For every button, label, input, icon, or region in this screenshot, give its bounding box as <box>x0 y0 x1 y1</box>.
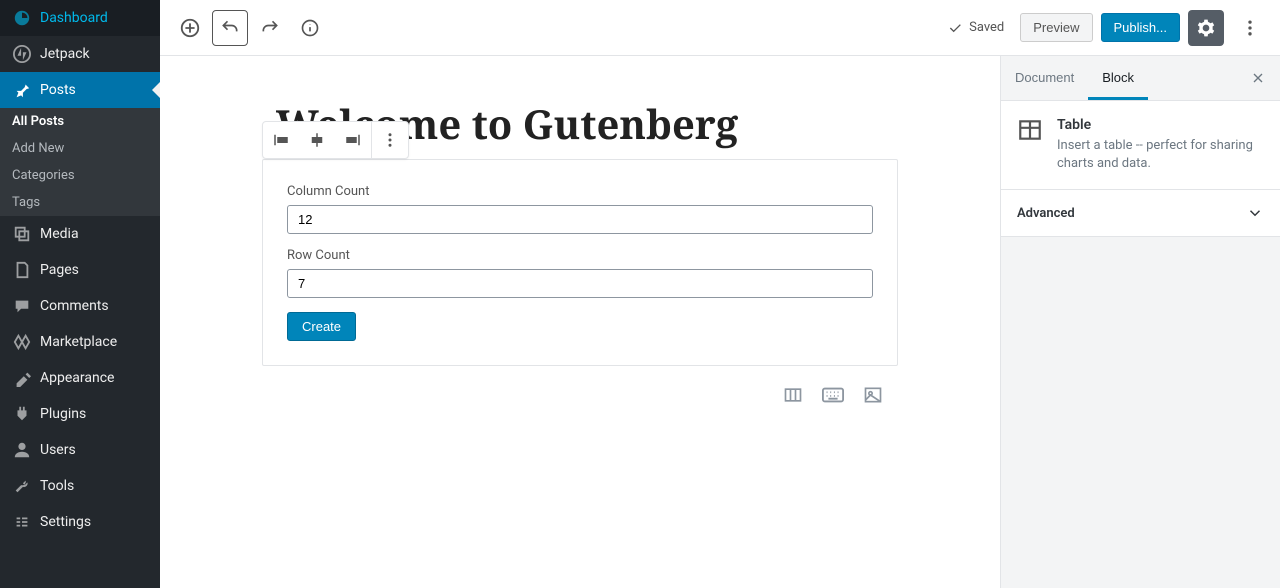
settings-toggle-button[interactable] <box>1188 10 1224 46</box>
block-appender <box>262 384 898 406</box>
sidebar-item-media[interactable]: Media <box>0 216 160 252</box>
block-more-button[interactable] <box>372 122 408 158</box>
tab-block[interactable]: Block <box>1088 56 1148 100</box>
marketplace-icon <box>12 332 32 352</box>
info-button[interactable] <box>292 10 328 46</box>
submenu-categories[interactable]: Categories <box>0 162 160 189</box>
settings-icon <box>12 512 32 532</box>
undo-button[interactable] <box>212 10 248 46</box>
table-block-placeholder: Column Count Row Count Create <box>262 159 898 366</box>
redo-button[interactable] <box>252 10 288 46</box>
more-menu-button[interactable] <box>1232 10 1268 46</box>
submenu-all-posts[interactable]: All Posts <box>0 108 160 135</box>
sidebar-item-jetpack[interactable]: Jetpack <box>0 36 160 72</box>
pages-icon <box>12 260 32 280</box>
chevron-down-icon <box>1246 204 1264 222</box>
users-icon <box>12 440 32 460</box>
align-right-button[interactable] <box>335 122 371 158</box>
submenu-tags[interactable]: Tags <box>0 189 160 216</box>
close-icon <box>1250 70 1266 86</box>
editor-canvas[interactable]: Welcome to Gutenberg <box>160 56 1000 588</box>
appearance-icon <box>12 368 32 388</box>
align-center-button[interactable] <box>299 122 335 158</box>
media-icon <box>12 224 32 244</box>
sidebar-item-settings[interactable]: Settings <box>0 504 160 540</box>
sidebar-item-label: Users <box>40 442 76 458</box>
posts-submenu: All Posts Add New Categories Tags <box>0 108 160 216</box>
block-card-description: Insert a table -- perfect for sharing ch… <box>1057 137 1264 173</box>
sidebar-item-label: Plugins <box>40 406 86 422</box>
add-block-button[interactable] <box>172 10 208 46</box>
sidebar-item-pages[interactable]: Pages <box>0 252 160 288</box>
check-icon <box>947 20 963 36</box>
block-card-title: Table <box>1057 117 1264 133</box>
tools-icon <box>12 476 32 496</box>
saved-status: Saved <box>947 20 1004 36</box>
sidebar-item-label: Posts <box>40 82 76 98</box>
sidebar-item-comments[interactable]: Comments <box>0 288 160 324</box>
create-table-button[interactable]: Create <box>287 312 356 341</box>
image-icon[interactable] <box>862 384 884 406</box>
admin-sidebar: Dashboard Jetpack Posts All Posts Add Ne… <box>0 0 160 588</box>
sidebar-item-label: Tools <box>40 478 74 494</box>
comments-icon <box>12 296 32 316</box>
sidebar-item-label: Pages <box>40 262 79 278</box>
sidebar-item-label: Appearance <box>40 370 114 386</box>
block-card: Table Insert a table -- perfect for shar… <box>1001 101 1280 190</box>
dashboard-icon <box>12 8 32 28</box>
preview-button[interactable]: Preview <box>1020 13 1092 42</box>
block-toolbar <box>262 121 409 159</box>
publish-button[interactable]: Publish... <box>1101 13 1180 42</box>
sidebar-item-label: Jetpack <box>40 46 90 62</box>
sidebar-item-appearance[interactable]: Appearance <box>0 360 160 396</box>
advanced-label: Advanced <box>1017 206 1075 221</box>
sidebar-item-label: Settings <box>40 514 91 530</box>
jetpack-icon <box>12 44 32 64</box>
sidebar-item-label: Media <box>40 226 79 242</box>
column-count-label: Column Count <box>287 184 873 199</box>
sidebar-item-label: Comments <box>40 298 109 314</box>
close-settings-button[interactable] <box>1240 60 1276 96</box>
pin-icon <box>12 80 32 100</box>
sidebar-item-plugins[interactable]: Plugins <box>0 396 160 432</box>
keyboard-icon[interactable] <box>822 384 844 406</box>
sidebar-item-label: Marketplace <box>40 334 117 350</box>
sidebar-item-marketplace[interactable]: Marketplace <box>0 324 160 360</box>
sidebar-item-label: Dashboard <box>40 10 108 26</box>
sidebar-item-tools[interactable]: Tools <box>0 468 160 504</box>
sidebar-item-users[interactable]: Users <box>0 432 160 468</box>
column-count-input[interactable] <box>287 205 873 234</box>
editor-topbar: Saved Preview Publish... <box>160 0 1280 56</box>
advanced-panel-toggle[interactable]: Advanced <box>1001 190 1280 237</box>
row-count-label: Row Count <box>287 248 873 263</box>
submenu-add-new[interactable]: Add New <box>0 135 160 162</box>
sidebar-item-posts[interactable]: Posts <box>0 72 160 108</box>
plugins-icon <box>12 404 32 424</box>
sidebar-item-dashboard[interactable]: Dashboard <box>0 0 160 36</box>
settings-sidebar: Document Block Table Insert a table -- p… <box>1000 56 1280 588</box>
tab-document[interactable]: Document <box>1001 56 1088 100</box>
align-left-button[interactable] <box>263 122 299 158</box>
columns-icon[interactable] <box>782 384 804 406</box>
table-icon <box>1017 117 1045 145</box>
row-count-input[interactable] <box>287 269 873 298</box>
